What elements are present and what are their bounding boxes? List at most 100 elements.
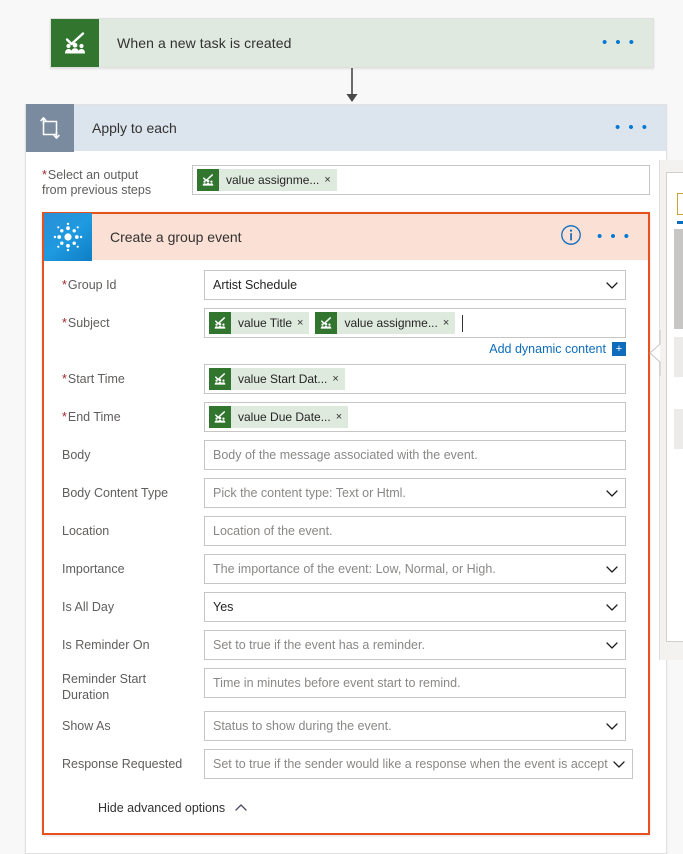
field-value-group-id: Artist Schedule [213, 278, 298, 292]
dynamic-content-list-item[interactable] [674, 409, 683, 449]
field-label-body-content-type: Body Content Type [62, 486, 169, 500]
add-dynamic-content-plus-icon[interactable]: + [612, 342, 626, 356]
field-input-group-id[interactable]: Artist Schedule [204, 270, 626, 300]
panel-collapse-handle[interactable] [648, 330, 661, 376]
create-a-group-event-more-menu-button[interactable]: • • • [594, 229, 648, 244]
field-label-text: Group Id [67, 278, 117, 292]
field-row-group-id: *Group Id Artist Schedule [62, 270, 626, 300]
field-input-body[interactable]: Body of the message associated with the … [204, 440, 626, 470]
dynamic-content-panel-body [666, 172, 683, 642]
required-asterisk: * [62, 278, 67, 292]
field-placeholder-importance: The importance of the event: Low, Normal… [213, 562, 496, 576]
field-value-is-all-day: Yes [213, 600, 234, 614]
field-label-importance: Importance [62, 562, 125, 576]
select-output-label-line1: Select an output [47, 168, 139, 182]
dynamic-content-tab-indicator [677, 221, 683, 224]
create-a-group-event-body: *Group Id Artist Schedule *Subject value… [44, 260, 648, 779]
field-row-body-content-type: Body Content Type Pick the content type:… [62, 478, 626, 508]
dynamic-token[interactable]: value assignme... × [315, 312, 456, 334]
chevron-down-icon[interactable] [605, 600, 619, 614]
field-label-reminder-start-duration-line2: Duration [62, 688, 110, 702]
dynamic-token-label: value Due Date... [238, 410, 331, 424]
field-row-show-as: Show As Status to show during the event. [62, 711, 626, 741]
field-row-reminder-start-duration: Reminder Start Duration Time in minutes … [62, 668, 626, 703]
dynamic-token-label: value assignme... [226, 173, 320, 187]
field-label-response-requested: Response Requested [62, 757, 183, 771]
text-caret [462, 314, 464, 332]
apply-to-each-more-menu-button[interactable]: • • • [612, 120, 666, 135]
chevron-down-icon[interactable] [605, 562, 619, 576]
chevron-down-icon[interactable] [605, 278, 619, 292]
apply-to-each-header[interactable]: Apply to each • • • [26, 104, 666, 152]
dynamic-content-flyout-panel[interactable] [659, 160, 683, 660]
chevron-down-icon[interactable] [605, 486, 619, 500]
apply-to-each-body: *Select an output from previous steps va… [26, 151, 666, 853]
field-label-is-all-day: Is All Day [62, 600, 115, 614]
field-row-end-time: *End Time value Due Date... × [62, 402, 626, 432]
select-output-label: *Select an output from previous steps [42, 165, 192, 198]
field-row-subject: *Subject value Title × value assignme...… [62, 308, 626, 338]
dynamic-token[interactable]: value Start Dat... × [209, 368, 345, 390]
dynamic-token-remove-icon[interactable]: × [442, 312, 455, 334]
chevron-down-icon[interactable] [605, 638, 619, 652]
field-input-reminder-start-duration[interactable]: Time in minutes before event start to re… [204, 668, 626, 698]
trigger-card-when-a-new-task-is-created[interactable]: When a new task is created • • • [50, 18, 654, 68]
trigger-more-menu-button[interactable]: • • • [599, 35, 653, 50]
planner-token-icon [209, 312, 231, 334]
dynamic-token[interactable]: value assignme... × [197, 169, 337, 191]
field-label-body: Body [62, 448, 91, 462]
trigger-title: When a new task is created [117, 35, 292, 51]
hide-advanced-options-link[interactable]: Hide advanced options [98, 801, 225, 815]
field-input-importance[interactable]: The importance of the event: Low, Normal… [204, 554, 626, 584]
field-input-is-all-day[interactable]: Yes [204, 592, 626, 622]
dynamic-token-remove-icon[interactable]: × [296, 312, 309, 334]
chevron-down-icon[interactable] [605, 719, 619, 733]
dynamic-token-remove-icon[interactable]: × [331, 368, 344, 390]
field-row-is-reminder-on: Is Reminder On Set to true if the event … [62, 630, 626, 660]
field-placeholder-response-requested: Set to true if the sender would like a r… [213, 757, 608, 771]
required-asterisk: * [62, 410, 67, 424]
field-label-start-time: *Start Time [62, 364, 204, 387]
field-label-text: Subject [67, 316, 110, 330]
select-output-row: *Select an output from previous steps va… [42, 165, 650, 198]
field-input-show-as[interactable]: Status to show during the event. [204, 711, 626, 741]
field-input-start-time[interactable]: value Start Dat... × [204, 364, 626, 394]
add-dynamic-content-row: Add dynamic content + [62, 342, 626, 356]
dynamic-token[interactable]: value Due Date... × [209, 406, 349, 428]
dynamic-token-label: value assignme... [344, 316, 438, 330]
select-output-label-line2: from previous steps [42, 183, 152, 197]
info-icon[interactable] [560, 224, 586, 250]
dynamic-content-list-item[interactable] [674, 337, 683, 377]
chevron-down-icon[interactable] [612, 757, 626, 771]
select-output-input[interactable]: value assignme... × [192, 165, 650, 195]
field-input-is-reminder-on[interactable]: Set to true if the event has a reminder. [204, 630, 626, 660]
planner-icon [51, 19, 99, 67]
create-a-group-event-card[interactable]: Create a group event • • • *Group Id Art… [42, 212, 650, 835]
field-row-is-all-day: Is All Day Yes [62, 592, 626, 622]
planner-token-icon [197, 169, 219, 191]
field-input-body-content-type[interactable]: Pick the content type: Text or Html. [204, 478, 626, 508]
field-label-text: Start Time [67, 372, 125, 386]
field-placeholder-is-reminder-on: Set to true if the event has a reminder. [213, 638, 425, 652]
field-input-subject[interactable]: value Title × value assignme... × [204, 308, 626, 338]
planner-token-icon [315, 312, 338, 334]
dynamic-token-label: value Start Dat... [238, 372, 328, 386]
required-asterisk: * [42, 168, 47, 182]
field-placeholder-location: Location of the event. [213, 524, 333, 538]
dynamic-token[interactable]: value Title × [209, 312, 310, 334]
flow-designer-canvas: When a new task is created • • • Apply t… [0, 0, 683, 854]
chevron-up-icon[interactable] [234, 801, 248, 815]
field-input-response-requested[interactable]: Set to true if the sender would like a r… [204, 749, 633, 779]
dynamic-token-remove-icon[interactable]: × [335, 406, 348, 428]
advanced-options-row: Hide advanced options [44, 787, 648, 833]
add-dynamic-content-link[interactable]: Add dynamic content [489, 342, 606, 356]
field-row-importance: Importance The importance of the event: … [62, 554, 626, 584]
create-a-group-event-header[interactable]: Create a group event • • • [44, 213, 648, 261]
dynamic-content-search-input[interactable] [677, 193, 683, 215]
field-row-body: Body Body of the message associated with… [62, 440, 626, 470]
field-input-location[interactable]: Location of the event. [204, 516, 626, 546]
dynamic-token-remove-icon[interactable]: × [323, 169, 336, 191]
field-placeholder-show-as: Status to show during the event. [213, 719, 392, 733]
field-input-end-time[interactable]: value Due Date... × [204, 402, 626, 432]
apply-to-each-card[interactable]: Apply to each • • • *Select an output fr… [25, 104, 667, 854]
